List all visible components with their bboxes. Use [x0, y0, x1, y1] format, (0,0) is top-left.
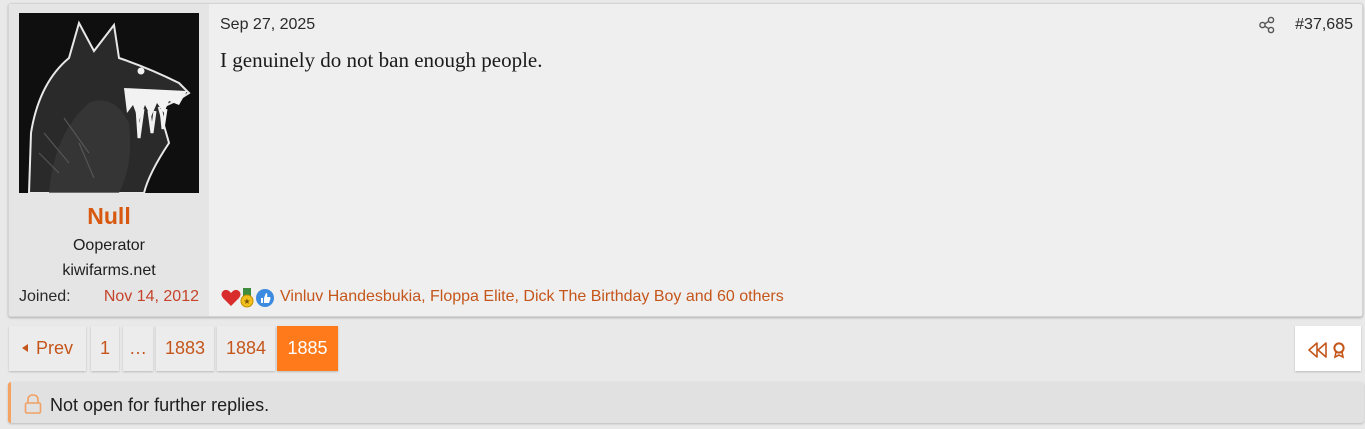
post-number-link[interactable]: #37,685 — [1295, 16, 1353, 34]
user-avatar[interactable] — [19, 13, 199, 193]
page-link-1[interactable]: 1 — [91, 326, 119, 371]
page-link-1884[interactable]: 1884 — [217, 326, 275, 371]
joined-date: Nov 14, 2012 — [103, 288, 199, 305]
user-title: Ooperator — [72, 237, 146, 254]
page-link-current[interactable]: 1885 — [277, 326, 338, 371]
lock-icon — [24, 394, 42, 414]
thread-rewind-button[interactable] — [1295, 326, 1361, 371]
thread-locked-notice: Not open for further replies. — [8, 382, 1364, 423]
rewind-icon — [1308, 342, 1345, 359]
caret-left-icon — [21, 344, 28, 352]
notice-text: Not open for further replies. — [50, 395, 270, 415]
post-body: I genuinely do not ban enough people. — [220, 48, 543, 72]
page-jump-ellipsis[interactable]: … — [123, 326, 153, 371]
share-icon[interactable] — [1258, 16, 1276, 34]
page-link-1883[interactable]: 1883 — [156, 326, 214, 371]
user-pane: Null Ooperator kiwifarms.net Joined: Nov… — [9, 4, 209, 316]
wolf-avatar-image — [19, 13, 199, 193]
username[interactable]: Null — [9, 203, 209, 230]
thumbs-up-icon — [256, 289, 274, 307]
post-date[interactable]: Sep 27, 2025 — [220, 16, 315, 34]
prev-page-button[interactable]: Prev — [9, 326, 86, 371]
post-message: Null Ooperator kiwifarms.net Joined: Nov… — [8, 3, 1363, 317]
joined-label: Joined: — [19, 288, 71, 305]
reactions-list-link[interactable]: Vinluv Handesbukia, Floppa Elite, Dick T… — [280, 288, 784, 306]
user-banner: kiwifarms.net — [62, 262, 156, 279]
prev-label: Prev — [35, 338, 73, 358]
svg-text:★: ★ — [243, 297, 250, 306]
